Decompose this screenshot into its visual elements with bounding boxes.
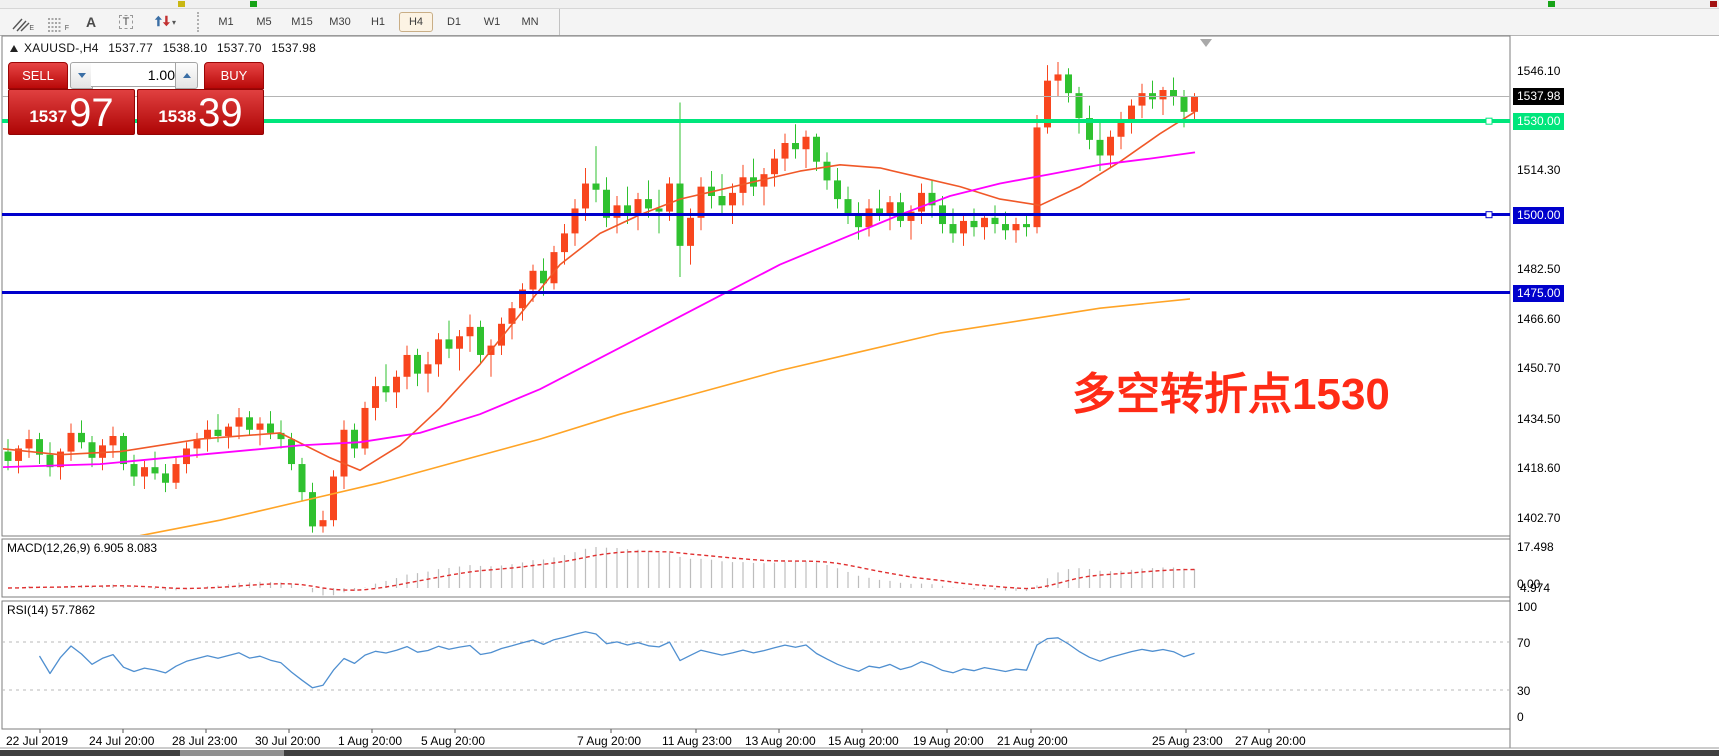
ohlc-open: 1537.77 [108, 41, 154, 55]
volume-decrease-button[interactable] [70, 62, 93, 89]
ask-price-panel[interactable]: 1538 39 [137, 89, 264, 135]
mt4-window: E F A T ▾ M1 M5 M15 M30 H1 H4 D1 W1 MN X… [0, 0, 1719, 756]
spinner-up-icon [182, 73, 191, 78]
rsi-scale-100: 100 [1517, 600, 1538, 614]
time-label[interactable]: 1 Aug 20:00 [338, 734, 402, 748]
time-label[interactable]: 5 Aug 20:00 [421, 734, 485, 748]
price-tick-1514.30: 1514.30 [1517, 163, 1561, 178]
bid-price-panel[interactable]: 1537 97 [8, 89, 135, 135]
ohlc-high: 1538.10 [162, 41, 208, 55]
rsi-scale-30: 30 [1517, 684, 1531, 698]
time-label[interactable]: 21 Aug 20:00 [997, 734, 1068, 748]
level-tag-1500[interactable]: 1500.00 [1513, 206, 1565, 224]
symbol-timeframe: XAUUSD-,H4 [24, 41, 99, 55]
bottom-tab-strip[interactable] [0, 750, 1719, 756]
current-price-tag: 1537.98 [1513, 88, 1565, 106]
macd-scale-max: 17.498 [1517, 540, 1554, 554]
rsi-line [38, 631, 1195, 689]
ask-price-small: 1538 [158, 107, 197, 126]
rsi-scale-70: 70 [1517, 636, 1531, 650]
collapse-triangle-icon[interactable] [10, 45, 18, 52]
ohlc-low: 1537.70 [216, 41, 262, 55]
level-tag-1475[interactable]: 1475.00 [1513, 284, 1565, 302]
active-tab-indicator [180, 750, 284, 756]
time-label[interactable]: 28 Jul 23:00 [172, 734, 237, 748]
price-tick-1466.60: 1466.60 [1517, 311, 1561, 326]
ma-fast [3, 111, 1196, 472]
price-tick-1482.50: 1482.50 [1517, 262, 1561, 277]
time-label[interactable]: 19 Aug 20:00 [913, 734, 984, 748]
rsi-indicator-label: RSI(14) 57.7862 [7, 603, 96, 617]
macd-scale-min: 4.974 [1520, 581, 1551, 595]
price-tick-1450.70: 1450.70 [1517, 361, 1561, 376]
price-tick-1434.50: 1434.50 [1517, 411, 1561, 426]
hline-1530-handle [1485, 117, 1493, 125]
ma-slow [139, 298, 1191, 535]
bid-price-big: 97 [69, 91, 114, 135]
time-label[interactable]: 11 Aug 23:00 [662, 734, 732, 748]
buy-button[interactable]: BUY [204, 62, 264, 89]
time-label[interactable]: 27 Aug 20:00 [1235, 734, 1306, 748]
hline-1500-handle [1485, 211, 1493, 219]
level-tag-1530[interactable]: 1530.00 [1513, 113, 1565, 131]
ohlc-close: 1537.98 [271, 41, 316, 55]
rsi-scale-0: 0 [1517, 710, 1524, 724]
macd-signal-line [7, 550, 1195, 591]
macd-indicator-label: MACD(12,26,9) 6.905 8.083 [7, 541, 158, 555]
time-label[interactable]: 15 Aug 20:00 [828, 734, 899, 748]
time-label[interactable]: 30 Jul 20:00 [255, 734, 320, 748]
spinner-down-icon [77, 73, 86, 78]
price-tick-1418.60: 1418.60 [1517, 461, 1561, 476]
price-tick-1402.70: 1402.70 [1517, 510, 1561, 525]
sell-button[interactable]: SELL [8, 62, 68, 89]
volume-increase-button[interactable] [175, 62, 198, 89]
volume-input[interactable] [91, 62, 183, 87]
ask-price-big: 39 [198, 91, 243, 135]
price-tick-1546.10: 1546.10 [1517, 64, 1561, 78]
time-label[interactable]: 24 Jul 20:00 [89, 734, 154, 748]
chart-annotation-text[interactable]: 多空转折点1530 [1072, 358, 1390, 422]
ma-mid [3, 151, 1196, 469]
time-label[interactable]: 13 Aug 20:00 [745, 734, 816, 748]
time-label[interactable]: 22 Jul 2019 [6, 734, 68, 748]
chart-title-bar: XAUUSD-,H4 1537.77 1538.10 1537.70 1537.… [10, 41, 322, 55]
time-label[interactable]: 25 Aug 23:00 [1152, 734, 1223, 748]
price-shift-marker[interactable] [1200, 39, 1212, 47]
time-label[interactable]: 7 Aug 20:00 [577, 734, 641, 748]
bid-price-small: 1537 [29, 107, 68, 126]
